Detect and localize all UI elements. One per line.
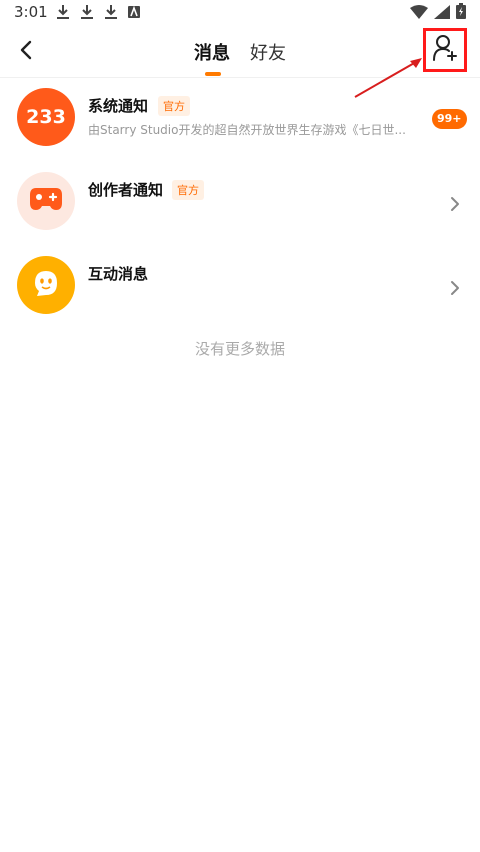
back-button[interactable] <box>12 38 40 66</box>
download-icon <box>80 4 94 20</box>
status-time: 3:01 <box>14 3 48 21</box>
active-tab-indicator <box>205 72 221 76</box>
wifi-icon <box>410 4 428 23</box>
list-item-system-notice[interactable]: 233 系统通知 官方 由Starry Studio开发的超自然开放世界生存游戏… <box>0 80 480 160</box>
tab-messages[interactable]: 消息 <box>194 39 230 65</box>
item-subtitle: 由Starry Studio开发的超自然开放世界生存游戏《七日世... <box>88 123 406 137</box>
gamepad-icon <box>28 186 64 216</box>
official-badge: 官方 <box>172 180 204 200</box>
system-notice-avatar: 233 <box>17 88 75 146</box>
add-user-icon <box>432 34 458 66</box>
battery-icon <box>456 3 466 23</box>
list-item-interaction-messages[interactable]: 互动消息 <box>0 248 480 328</box>
status-indicators <box>410 3 466 23</box>
logo-233-text: 233 <box>26 106 66 128</box>
status-bar: 3:01 <box>0 0 480 26</box>
signal-icon <box>434 4 450 23</box>
item-title: 互动消息 <box>88 265 149 283</box>
app-notification-icon <box>127 4 141 20</box>
chevron-left-icon <box>19 40 33 64</box>
tab-friends[interactable]: 好友 <box>250 39 286 65</box>
chevron-right-icon <box>448 278 462 298</box>
creator-notice-avatar <box>17 172 75 230</box>
item-title: 系统通知 <box>88 97 149 115</box>
download-icon <box>104 4 118 20</box>
official-badge: 官方 <box>158 96 190 116</box>
download-icon <box>56 4 70 20</box>
list-item-creator-notice[interactable]: 创作者通知 官方 <box>0 164 480 244</box>
item-title: 创作者通知 <box>88 181 164 199</box>
chat-face-icon <box>29 266 63 304</box>
chevron-right-icon <box>448 194 462 214</box>
interaction-avatar <box>17 256 75 314</box>
no-more-data-text: 没有更多数据 <box>194 340 285 358</box>
unread-count-badge: 99+ <box>432 109 467 129</box>
